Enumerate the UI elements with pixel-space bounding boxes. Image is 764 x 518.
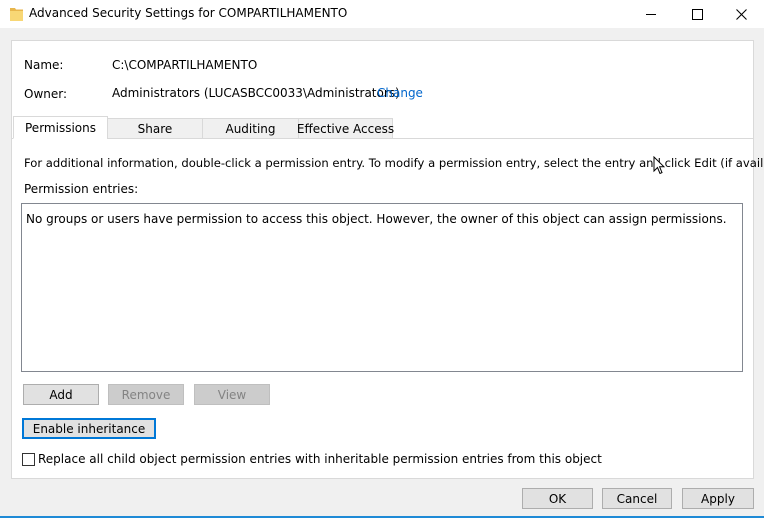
advanced-security-settings-window: Advanced Security Settings for COMPARTIL… bbox=[0, 0, 764, 518]
name-value: C:\COMPARTILHAMENTO bbox=[112, 58, 258, 72]
permission-entries-list[interactable]: No groups or users have permission to ac… bbox=[21, 203, 743, 372]
add-button[interactable]: Add bbox=[23, 384, 99, 405]
permission-entries-label: Permission entries: bbox=[24, 182, 139, 196]
title-bar[interactable]: Advanced Security Settings for COMPARTIL… bbox=[0, 0, 764, 28]
tab-share[interactable]: Share bbox=[107, 118, 203, 139]
mouse-cursor-icon bbox=[653, 156, 665, 175]
remove-button[interactable]: Remove bbox=[108, 384, 184, 405]
minimize-icon bbox=[646, 14, 656, 15]
close-button[interactable] bbox=[718, 0, 764, 28]
main-panel: Name: C:\COMPARTILHAMENTO Owner: Adminis… bbox=[11, 40, 764, 479]
owner-label: Owner: bbox=[24, 87, 68, 101]
cancel-button[interactable]: Cancel bbox=[602, 488, 672, 509]
change-owner-link[interactable]: Change bbox=[377, 86, 423, 100]
tab-auditing[interactable]: Auditing bbox=[202, 118, 299, 139]
tab-effective-access[interactable]: Effective Access bbox=[297, 118, 394, 139]
owner-value: Administrators (LUCASBCC0033\Administrat… bbox=[112, 86, 400, 100]
tab-permissions[interactable]: Permissions bbox=[13, 116, 108, 139]
maximize-icon bbox=[691, 8, 703, 20]
apply-button[interactable]: Apply bbox=[682, 488, 754, 509]
enable-inheritance-button[interactable]: Enable inheritance bbox=[22, 418, 156, 439]
window-title: Advanced Security Settings for COMPARTIL… bbox=[29, 6, 348, 20]
empty-entries-message: No groups or users have permission to ac… bbox=[26, 212, 727, 226]
view-button[interactable]: View bbox=[194, 384, 270, 405]
name-label: Name: bbox=[24, 58, 64, 72]
minimize-button[interactable] bbox=[628, 0, 674, 28]
close-icon bbox=[735, 8, 747, 20]
replace-child-permissions-label[interactable]: Replace all child object permission entr… bbox=[38, 452, 602, 466]
folder-icon bbox=[10, 8, 23, 21]
ok-button[interactable]: OK bbox=[522, 488, 593, 509]
replace-child-permissions-checkbox[interactable] bbox=[22, 453, 35, 466]
maximize-button[interactable] bbox=[674, 0, 720, 28]
